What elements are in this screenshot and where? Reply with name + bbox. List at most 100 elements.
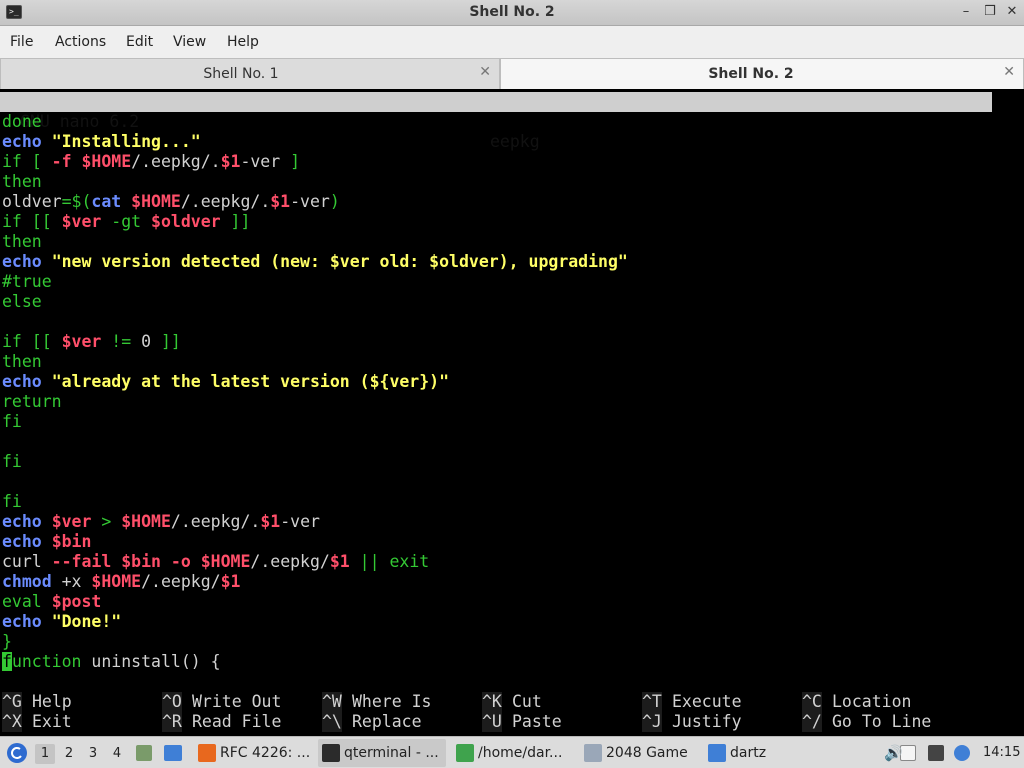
code-token: fi xyxy=(2,452,22,471)
code-token: -ver xyxy=(290,192,330,211)
start-menu-button[interactable] xyxy=(4,737,28,768)
code-token: then xyxy=(2,352,42,371)
code-token: unction xyxy=(11,652,82,671)
taskbar-task[interactable]: 2048 Game xyxy=(580,739,698,767)
text-cursor: f xyxy=(2,652,12,671)
code-line: curl --fail $bin -o $HOME/.eepkg/$1 || e… xyxy=(2,552,429,572)
close-button[interactable]: ✕ xyxy=(1003,3,1021,21)
window-title: Shell No. 2 xyxy=(469,4,555,20)
shortcut-label: Exit xyxy=(32,712,72,731)
code-token: echo xyxy=(2,532,42,551)
menu-help[interactable]: Help xyxy=(227,34,259,50)
code-line: eval $post xyxy=(2,592,101,612)
code-token: uninstall() { xyxy=(81,652,221,671)
code-line: #true xyxy=(2,272,52,292)
taskbar-task[interactable]: dartz xyxy=(704,739,784,767)
clock[interactable]: 14:15 xyxy=(983,745,1020,760)
code-line: echo "Done!" xyxy=(2,612,121,632)
code-line: function uninstall() { xyxy=(2,652,221,672)
workspace-3[interactable]: 3 xyxy=(83,744,103,764)
workspace-2[interactable]: 2 xyxy=(59,744,79,764)
code-line: else xyxy=(2,292,42,312)
volume-icon[interactable]: 🔊 xyxy=(884,744,903,762)
code-line: return xyxy=(2,392,62,412)
files-launcher-icon[interactable] xyxy=(134,737,154,768)
workspace-1[interactable]: 1 xyxy=(35,744,55,764)
code-token: ] xyxy=(280,152,301,171)
code-token: -f xyxy=(51,152,72,171)
code-token: if [[ xyxy=(2,332,62,351)
tab-bar: Shell No. 1 ✕ Shell No. 2 ✕ xyxy=(0,58,1024,89)
shortcut-label: Execute xyxy=(672,692,742,711)
shortcut-label: Go To Line xyxy=(832,712,932,731)
code-token: else xyxy=(2,292,42,311)
code-token: $1 xyxy=(270,192,291,211)
taskbar-task[interactable]: qterminal - ... xyxy=(318,739,446,767)
taskbar-task-label: /home/dar... xyxy=(478,745,563,761)
code-line: then xyxy=(2,352,42,372)
code-line: echo "new version detected (new: $ver ol… xyxy=(2,252,628,272)
code-token: 0 xyxy=(141,332,152,351)
code-token: echo xyxy=(2,252,42,271)
tab-close-icon[interactable]: ✕ xyxy=(479,64,491,80)
taskbar-task-label: qterminal - ... xyxy=(344,745,439,761)
workspace-4[interactable]: 4 xyxy=(107,744,127,764)
tab-close-icon[interactable]: ✕ xyxy=(1003,64,1015,80)
code-line: chmod +x $HOME/.eepkg/$1 xyxy=(2,572,240,592)
shortcut-key: ^/ xyxy=(802,712,822,732)
shortcut-key: ^X xyxy=(2,712,22,732)
code-token: #true xyxy=(2,272,52,291)
code-token: $bin xyxy=(121,552,161,571)
window-icon xyxy=(584,744,602,762)
shortcut-key: ^W xyxy=(322,692,342,712)
tab-shell-2[interactable]: Shell No. 2 ✕ xyxy=(500,58,1024,89)
desktop-launcher-icon[interactable] xyxy=(162,737,184,768)
code-token: $HOME xyxy=(121,512,171,531)
shortcut-key: ^R xyxy=(162,712,182,732)
code-token: $ver xyxy=(51,512,92,531)
code-token: echo xyxy=(2,372,42,391)
shortcut-label: Replace xyxy=(352,712,422,731)
tab-shell-1[interactable]: Shell No. 1 ✕ xyxy=(0,58,500,89)
taskbar-task[interactable]: RFC 4226: ... xyxy=(194,739,312,767)
network-icon[interactable] xyxy=(928,745,944,761)
menu-edit[interactable]: Edit xyxy=(126,34,153,50)
code-token: > xyxy=(91,512,122,531)
code-token: /.eepkg/ xyxy=(141,572,221,591)
updates-icon[interactable] xyxy=(954,745,970,761)
code-token: "new version detected (new: $ver old: $o… xyxy=(51,252,628,271)
code-token: $1 xyxy=(220,152,241,171)
menu-actions[interactable]: Actions xyxy=(55,34,106,50)
code-token: done xyxy=(2,112,42,131)
menu-view[interactable]: View xyxy=(173,34,206,50)
maximize-button[interactable]: ❒ xyxy=(981,3,999,21)
menu-file[interactable]: File xyxy=(10,34,33,50)
terminal-area[interactable]: GNU nano 6.2 eepkg done echo "Installing.… xyxy=(0,90,1024,736)
code-token: $HOME xyxy=(131,192,181,211)
code-token: /.eepkg/ xyxy=(250,552,330,571)
taskbar-task-label: RFC 4226: ... xyxy=(220,745,311,761)
taskbar-task[interactable]: /home/dar... xyxy=(452,739,570,767)
code-line: done xyxy=(2,112,42,132)
taskbar-task-label: 2048 Game xyxy=(606,745,688,761)
minimize-button[interactable]: – xyxy=(957,3,975,21)
nano-filename: eepkg xyxy=(490,132,540,151)
code-token: oldver xyxy=(2,192,62,211)
code-token: } xyxy=(2,632,12,651)
shortcut-key: ^\ xyxy=(322,712,342,732)
shortcut-label: Location xyxy=(832,692,912,711)
folder-icon xyxy=(708,744,726,762)
tab-label: Shell No. 2 xyxy=(708,66,794,82)
code-token: then xyxy=(2,172,42,191)
code-token: -ver xyxy=(240,152,281,171)
code-token: $oldver xyxy=(151,212,221,231)
code-token: $HOME xyxy=(200,552,251,571)
code-token: curl xyxy=(2,552,52,571)
code-token: $ver xyxy=(61,332,102,351)
code-line: then xyxy=(2,172,42,192)
